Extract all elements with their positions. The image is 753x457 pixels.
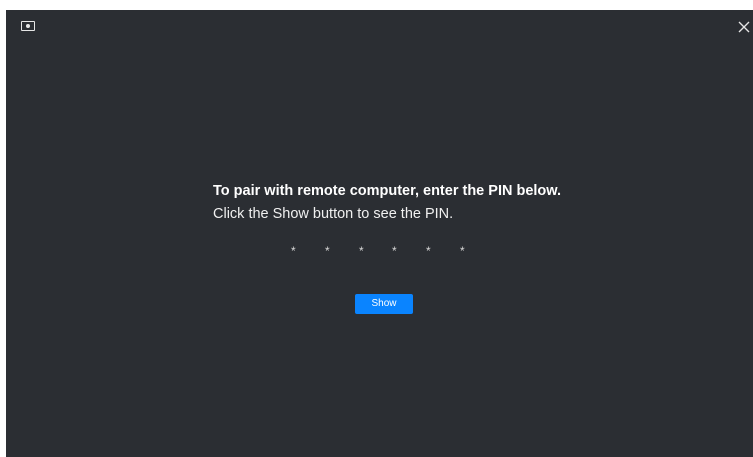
pairing-window: To pair with remote computer, enter the … [6, 10, 753, 457]
pairing-message: To pair with remote computer, enter the … [213, 181, 633, 224]
close-icon-glyph [738, 21, 750, 33]
close-icon[interactable] [737, 20, 751, 34]
screen-icon [21, 21, 35, 31]
pin-display: * * * * * * [291, 244, 491, 258]
pin-digit-5: * [426, 244, 431, 258]
show-pin-button[interactable]: Show [355, 294, 413, 314]
pin-digit-2: * [325, 244, 330, 258]
pin-digit-6: * [460, 244, 465, 258]
pin-digit-4: * [392, 244, 397, 258]
pairing-headline: To pair with remote computer, enter the … [213, 183, 562, 199]
pin-digit-1: * [291, 244, 296, 258]
pin-digit-3: * [359, 244, 364, 258]
pairing-instruction: Click the Show button to see the PIN. [213, 206, 454, 222]
